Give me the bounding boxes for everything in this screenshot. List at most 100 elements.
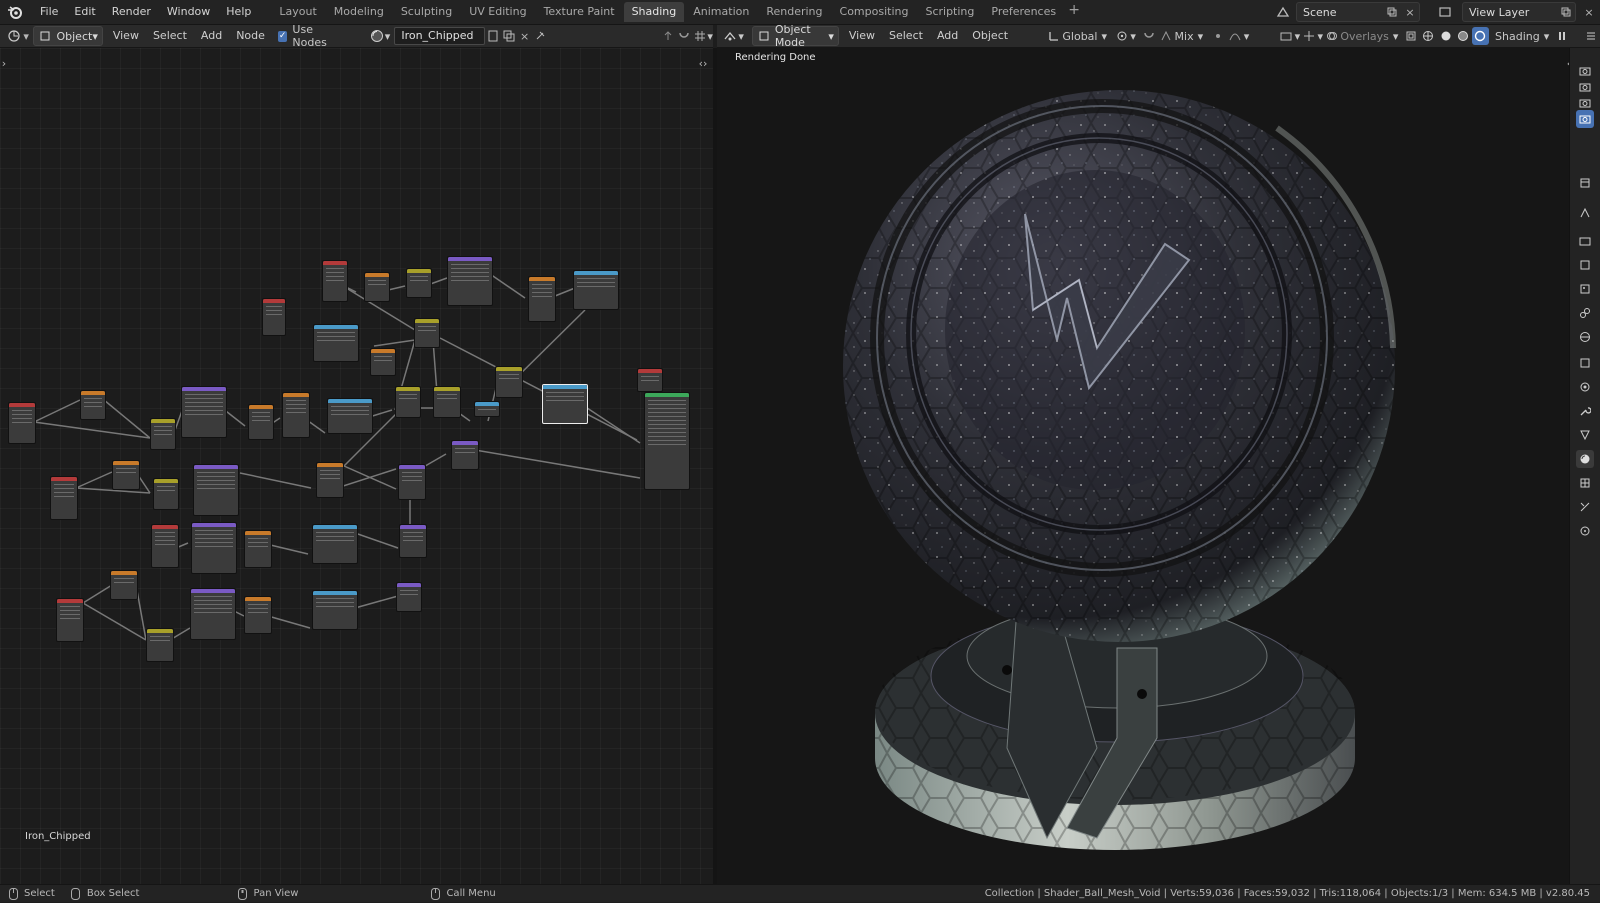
node[interactable] [153, 478, 179, 510]
node[interactable] [50, 476, 78, 520]
pause-icon[interactable] [1553, 27, 1570, 45]
node[interactable] [313, 324, 359, 362]
snap-grid-icon[interactable] [692, 27, 708, 45]
wrench-icon[interactable] [1576, 402, 1594, 420]
node[interactable] [637, 368, 663, 392]
fake-user-icon[interactable] [485, 27, 501, 45]
node[interactable] [644, 392, 690, 490]
copy-icon[interactable] [1557, 3, 1575, 21]
node[interactable] [370, 348, 396, 376]
overlays-icon[interactable] [1323, 27, 1340, 45]
tab-scripting[interactable]: Scripting [917, 2, 982, 22]
camera-icon[interactable] [1576, 110, 1594, 128]
node[interactable] [191, 522, 237, 574]
chevron-down-icon[interactable]: ▾ [1544, 30, 1550, 43]
chevron-down-icon[interactable]: ▾ [1130, 30, 1136, 43]
select-menu[interactable]: Select [882, 26, 930, 46]
object-properties-icon[interactable] [1576, 354, 1594, 372]
node[interactable] [112, 460, 140, 490]
transform-orientation-icon[interactable] [1045, 27, 1062, 45]
object-menu[interactable]: Object [965, 26, 1015, 46]
tab-texture-paint[interactable]: Texture Paint [536, 2, 623, 22]
object-type-dropdown[interactable]: Object ▾ [33, 26, 103, 46]
output-icon[interactable] [1576, 232, 1594, 250]
material-properties-icon[interactable] [1576, 450, 1594, 468]
material-shading-icon[interactable] [1454, 27, 1471, 45]
node[interactable] [474, 401, 500, 417]
node[interactable] [542, 384, 588, 424]
rendered-shading-icon[interactable] [1471, 27, 1490, 45]
node[interactable] [262, 298, 286, 336]
constraint-icon[interactable] [1576, 498, 1594, 516]
visibility-icon[interactable] [1277, 27, 1294, 45]
node[interactable] [282, 392, 310, 438]
view-menu[interactable]: View [842, 26, 882, 46]
node[interactable] [414, 318, 440, 348]
node[interactable] [399, 524, 427, 558]
menu-render[interactable]: Render [104, 1, 159, 23]
blend-icon[interactable] [1157, 27, 1174, 45]
material-sphere-icon[interactable] [369, 27, 385, 45]
blender-logo-icon[interactable] [4, 1, 26, 23]
tab-animation[interactable]: Animation [685, 2, 757, 22]
chevron-down-icon[interactable]: ▾ [22, 27, 31, 45]
tab-shading[interactable]: Shading [623, 2, 685, 22]
node[interactable] [322, 260, 348, 302]
unlink-icon[interactable]: × [517, 27, 533, 45]
falloff-icon[interactable] [1226, 27, 1243, 45]
editor-type-icon[interactable] [721, 27, 738, 45]
sidebar-toggle-icon[interactable] [1583, 27, 1600, 45]
physics-icon[interactable] [1576, 378, 1594, 396]
node[interactable] [181, 386, 227, 438]
node[interactable] [327, 398, 373, 434]
blend-dropdown[interactable]: Mix [1175, 30, 1194, 43]
tool-icon[interactable] [1576, 174, 1594, 192]
chevron-down-icon[interactable]: ▾ [1101, 30, 1107, 43]
use-nodes-toggle[interactable]: ✓ Use Nodes [277, 23, 343, 49]
close-icon[interactable]: × [1401, 3, 1419, 21]
duplicate-icon[interactable] [501, 27, 517, 45]
3d-viewport[interactable]: Rendering Done ‹ [717, 48, 1569, 884]
tab-rendering[interactable]: Rendering [758, 2, 830, 22]
close-icon[interactable]: × [1580, 3, 1598, 21]
node[interactable] [56, 598, 84, 642]
material-name-field[interactable]: Iron_Chipped [394, 27, 486, 45]
node[interactable] [312, 524, 358, 564]
node[interactable] [447, 256, 493, 306]
gizmo-icon[interactable] [1300, 27, 1317, 45]
view-menu[interactable]: View [106, 26, 146, 46]
tab-sculpting[interactable]: Sculpting [393, 2, 460, 22]
node[interactable] [573, 270, 619, 310]
menu-file[interactable]: File [32, 1, 66, 23]
tab-modeling[interactable]: Modeling [326, 2, 392, 22]
editor-type-icon[interactable] [6, 27, 22, 45]
parent-node-icon[interactable] [660, 27, 676, 45]
node-editor-area[interactable]: › ‹› Iron_Chipped [0, 48, 713, 884]
node[interactable] [150, 418, 176, 450]
node[interactable] [80, 390, 106, 420]
add-menu[interactable]: Add [930, 26, 965, 46]
wireframe-shading-icon[interactable] [1420, 27, 1437, 45]
shading-dropdown[interactable]: Shading [1495, 30, 1540, 43]
node[interactable] [244, 530, 272, 568]
xray-icon[interactable] [1402, 27, 1419, 45]
view-layer-selector[interactable]: View Layer [1462, 2, 1576, 22]
render-properties-icon[interactable] [1576, 204, 1594, 222]
snap-icon[interactable] [1140, 27, 1157, 45]
node[interactable] [398, 464, 426, 500]
chevron-down-icon[interactable]: ▾ [738, 30, 744, 43]
chevron-down-icon[interactable]: ▾ [1393, 30, 1399, 43]
solid-shading-icon[interactable] [1437, 27, 1454, 45]
menu-window[interactable]: Window [159, 1, 218, 23]
object-data-icon[interactable] [1576, 426, 1594, 444]
tab-compositing[interactable]: Compositing [832, 2, 917, 22]
node[interactable] [433, 386, 461, 418]
node[interactable] [316, 462, 344, 498]
node[interactable] [190, 588, 236, 640]
print-icon[interactable] [1576, 256, 1594, 274]
chevron-down-icon[interactable]: ▾ [707, 30, 713, 43]
node[interactable] [312, 590, 358, 630]
node[interactable] [528, 276, 556, 322]
node[interactable] [406, 268, 432, 298]
node[interactable] [495, 366, 523, 398]
